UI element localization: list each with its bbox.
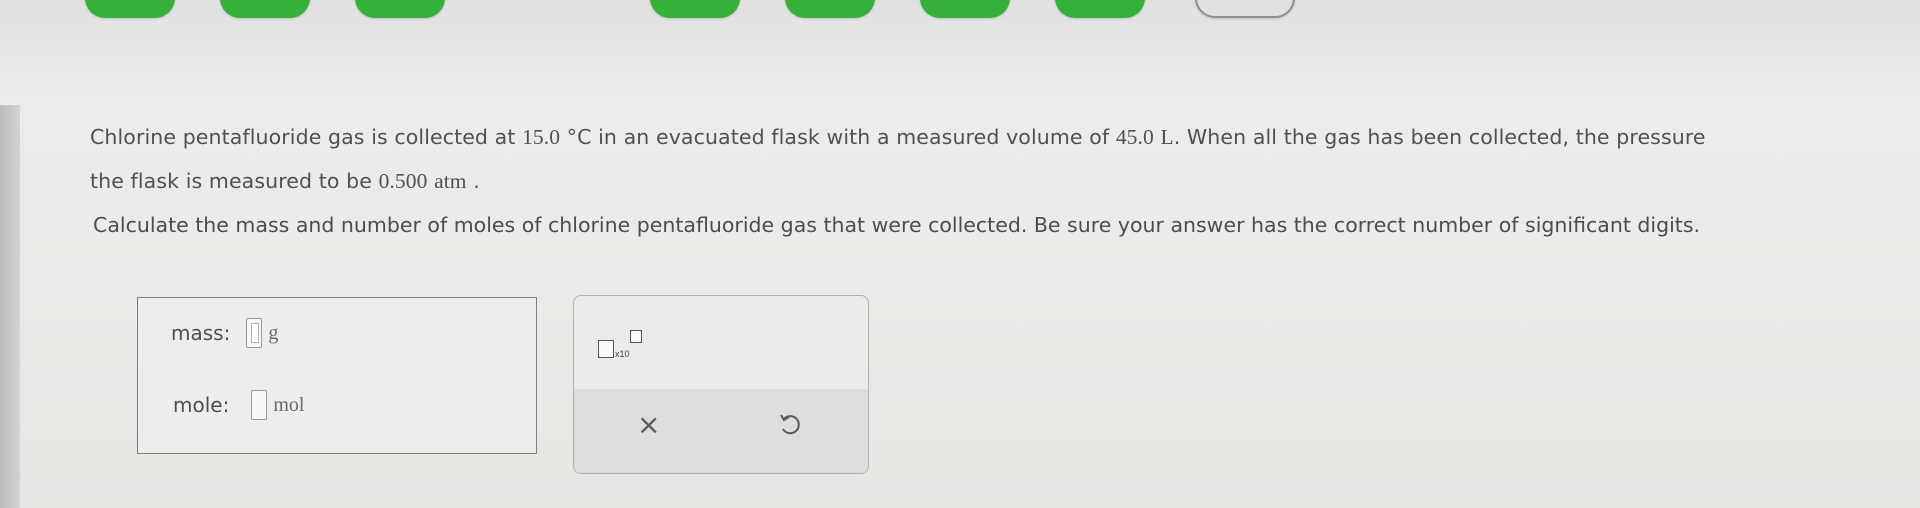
- progress-step-4-button[interactable]: [650, 0, 740, 18]
- temperature-value: 15.0: [522, 125, 561, 149]
- progress-step-current-button[interactable]: [1195, 0, 1295, 18]
- pressure-value: 0.500: [378, 169, 428, 193]
- mass-input[interactable]: [246, 318, 263, 348]
- progress-step-3-button[interactable]: [355, 0, 445, 18]
- progress-step-2-button[interactable]: [220, 0, 310, 18]
- mole-unit: mol: [273, 393, 305, 416]
- progress-step-6-button[interactable]: [920, 0, 1010, 18]
- answer-panel: mass: g mole: mol: [137, 297, 537, 454]
- mass-input-cursor: [251, 323, 260, 343]
- undo-button[interactable]: [779, 413, 803, 443]
- tool-action-bar: ×: [574, 389, 868, 473]
- sci-exponent-box-icon: [630, 330, 642, 343]
- progress-step-7-button[interactable]: [1055, 0, 1145, 18]
- problem-line-1: Chlorine pentafluoride gas is collected …: [90, 125, 1706, 149]
- instruction-text: Calculate the mass and number of moles o…: [93, 213, 1701, 237]
- mole-input[interactable]: [251, 390, 268, 420]
- sci-base-box-icon: [598, 340, 614, 358]
- temperature-unit: °C: [566, 125, 592, 149]
- problem-line-2: the flask is measured to be 0.500 atm .: [90, 169, 480, 193]
- mass-row: mass: g: [171, 318, 278, 348]
- undo-icon: [780, 414, 800, 435]
- top-navigation-bar: [0, 0, 1920, 105]
- volume-value: 45.0: [1115, 125, 1154, 149]
- sci-x10-label: x10: [615, 349, 630, 359]
- mass-label: mass:: [171, 321, 231, 345]
- problem-statement: Chlorine pentafluoride gas is collected …: [90, 115, 1920, 203]
- clear-button[interactable]: ×: [637, 411, 660, 439]
- pressure-unit: atm: [434, 169, 467, 193]
- math-tool-panel: x10 ×: [573, 295, 869, 474]
- mole-row: mole: mol: [173, 390, 304, 420]
- scientific-notation-button[interactable]: x10: [598, 330, 646, 364]
- progress-step-1-button[interactable]: [85, 0, 175, 18]
- mass-unit: g: [268, 321, 279, 344]
- volume-unit: L: [1160, 125, 1174, 149]
- progress-step-5-button[interactable]: [785, 0, 875, 18]
- mole-label: mole:: [173, 393, 230, 417]
